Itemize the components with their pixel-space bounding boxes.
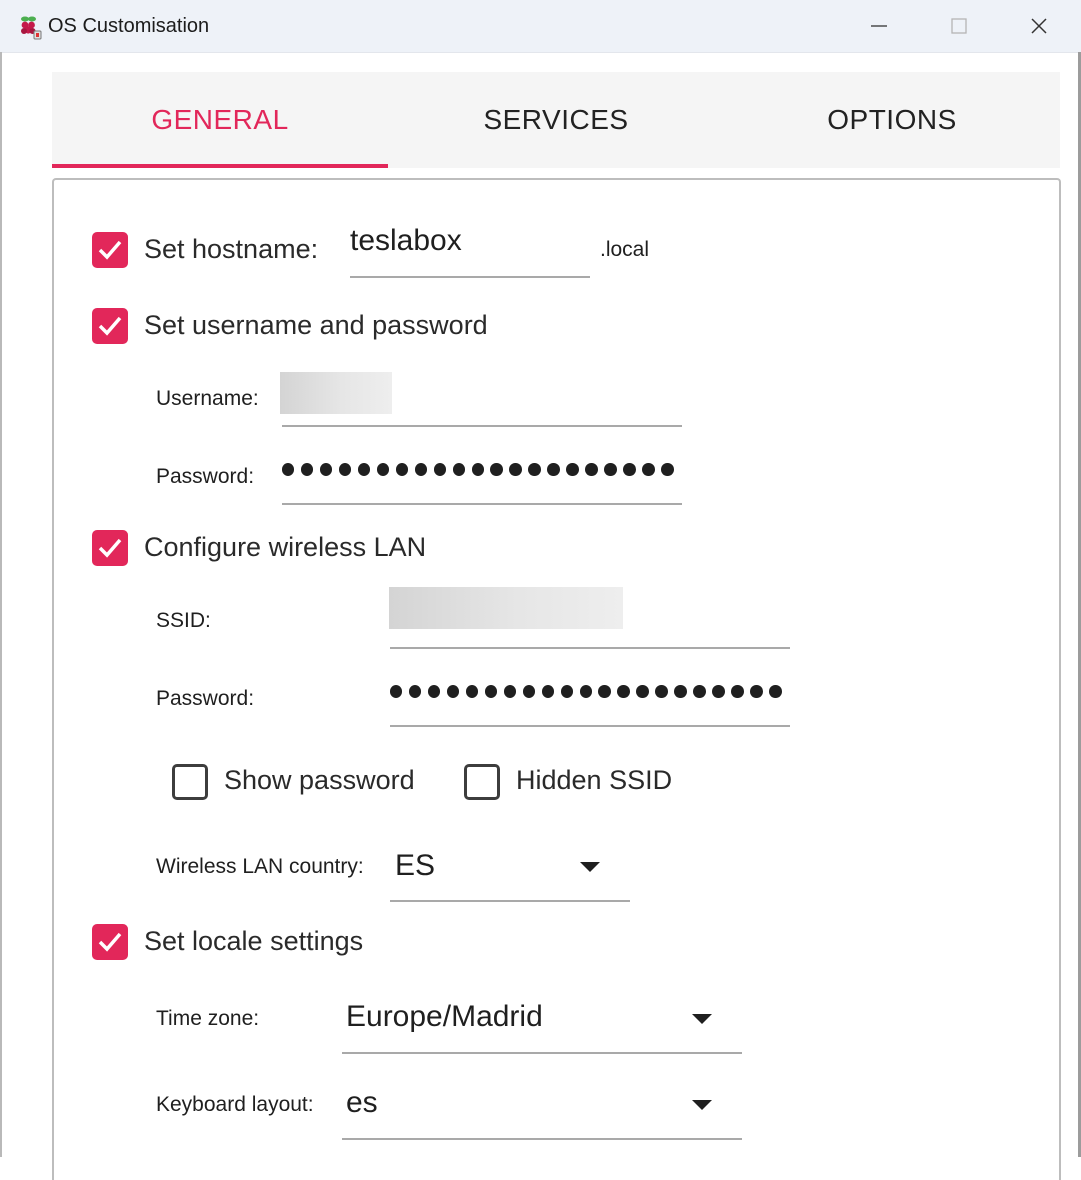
wlan-password-input[interactable] (390, 685, 788, 698)
configure-wlan-checkbox[interactable] (92, 530, 128, 566)
wlan-country-label: Wireless LAN country: (156, 855, 364, 878)
minimize-button[interactable] (840, 0, 918, 52)
hostname-input[interactable]: teslabox (350, 224, 462, 258)
password-input-underline (282, 503, 682, 505)
checkmark-icon (98, 932, 122, 952)
wlan-country-select[interactable]: ES (395, 849, 435, 883)
close-icon (1031, 18, 1047, 34)
maximize-button[interactable] (920, 0, 998, 52)
chevron-down-icon[interactable] (692, 1100, 712, 1110)
tab-general[interactable]: GENERAL (52, 72, 388, 168)
tab-options[interactable]: OPTIONS (724, 72, 1060, 168)
timezone-label: Time zone: (156, 1007, 260, 1030)
ssid-label: SSID: (156, 609, 211, 632)
hidden-ssid-checkbox[interactable] (464, 764, 500, 800)
keyboard-layout-select[interactable]: es (346, 1086, 378, 1120)
set-hostname-checkbox[interactable] (92, 232, 128, 268)
set-username-checkbox[interactable] (92, 308, 128, 344)
raspberry-pi-icon (16, 14, 42, 40)
ssid-input-underline (390, 647, 790, 649)
ssid-input[interactable] (389, 587, 623, 629)
keyboard-layout-underline (342, 1138, 742, 1140)
wlan-password-input-underline (390, 725, 790, 727)
title-bar: OS Customisation (0, 0, 1081, 53)
checkmark-icon (98, 538, 122, 558)
username-label: Username: (156, 387, 259, 410)
timezone-underline (342, 1052, 742, 1054)
set-username-label: Set username and password (144, 310, 488, 340)
show-password-label: Show password (224, 765, 415, 795)
checkmark-icon (98, 316, 122, 336)
close-button[interactable] (1000, 0, 1078, 52)
configure-wlan-label: Configure wireless LAN (144, 532, 427, 562)
username-input[interactable] (280, 372, 392, 414)
set-hostname-label: Set hostname: (144, 234, 319, 264)
hostname-suffix: .local (600, 238, 650, 261)
set-locale-label: Set locale settings (144, 926, 364, 956)
hidden-ssid-label: Hidden SSID (516, 765, 673, 795)
maximize-icon (951, 18, 967, 34)
tab-bar: GENERAL SERVICES OPTIONS (52, 72, 1060, 168)
minimize-icon (871, 25, 887, 27)
hostname-input-underline (350, 276, 590, 278)
window-title: OS Customisation (48, 15, 210, 37)
checkmark-icon (98, 240, 122, 260)
chevron-down-icon[interactable] (692, 1014, 712, 1024)
set-locale-checkbox[interactable] (92, 924, 128, 960)
wlan-country-underline (390, 900, 630, 902)
password-label: Password: (156, 465, 255, 488)
tab-services[interactable]: SERVICES (388, 72, 724, 168)
chevron-down-icon[interactable] (580, 862, 600, 872)
keyboard-layout-label: Keyboard layout: (156, 1093, 314, 1116)
username-input-underline (282, 425, 682, 427)
show-password-checkbox[interactable] (172, 764, 208, 800)
window-border-left (0, 52, 2, 1157)
timezone-select[interactable]: Europe/Madrid (346, 1000, 543, 1034)
wlan-password-label: Password: (156, 687, 255, 710)
general-settings-panel: Set hostname: teslabox .local Set userna… (52, 178, 1061, 1180)
password-input[interactable] (282, 463, 680, 476)
